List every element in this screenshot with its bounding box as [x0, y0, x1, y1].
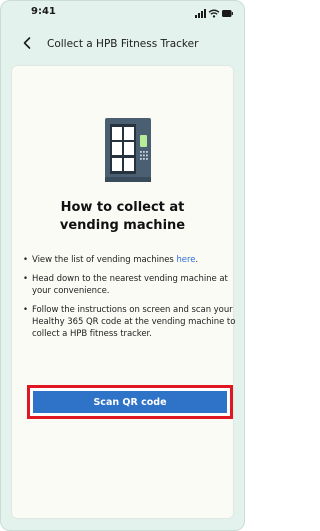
collection-card: How to collect at vending machine • View…: [11, 65, 235, 519]
back-button[interactable]: [17, 33, 37, 53]
card-heading-line2: vending machine: [59, 218, 186, 233]
instruction-item: • Head down to the nearest vending machi…: [22, 273, 242, 297]
chevron-left-icon: [23, 37, 31, 49]
phone-screen: 9:41 Collect a HPB Fitness Tracker How t…: [0, 0, 245, 531]
instruction-item: • View the list of vending machines here…: [22, 254, 242, 266]
vending-machine-icon: [105, 118, 151, 182]
instruction-list: • View the list of vending machines here…: [22, 254, 242, 347]
status-icons: [195, 9, 233, 18]
scan-qr-highlight: Scan QR code: [27, 385, 233, 419]
instruction-text-end: .: [195, 255, 199, 265]
battery-icon: [222, 10, 233, 17]
status-bar: 9:41: [1, 1, 244, 27]
bullet: •: [23, 255, 28, 265]
bullet: •: [23, 274, 28, 284]
navigation-bar: Collect a HPB Fitness Tracker: [1, 27, 244, 61]
scan-qr-code-button[interactable]: Scan QR code: [33, 391, 227, 413]
page-title: Collect a HPB Fitness Tracker: [47, 38, 199, 50]
instruction-text: Follow the instructions on screen and sc…: [32, 305, 236, 339]
vending-machines-link[interactable]: here: [176, 255, 195, 265]
instruction-item: • Follow the instructions on screen and …: [22, 304, 242, 340]
card-heading-line1: How to collect at: [60, 200, 185, 215]
bullet: •: [23, 305, 28, 315]
status-time: 9:41: [31, 6, 56, 17]
card-heading: How to collect at vending machine: [12, 199, 233, 235]
instruction-text: View the list of vending machines: [32, 255, 177, 265]
wifi-icon: [208, 9, 220, 18]
signal-icon: [195, 9, 206, 18]
instruction-text: Head down to the nearest vending machine…: [32, 274, 228, 296]
